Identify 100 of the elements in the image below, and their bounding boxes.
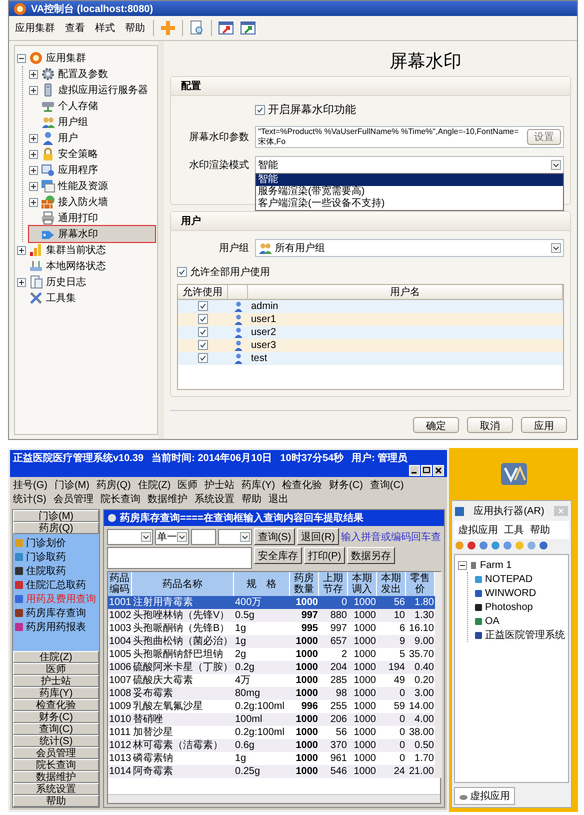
menu-item[interactable]: 退出 <box>268 492 288 506</box>
dropdown[interactable]: 单一 <box>155 528 189 544</box>
tree-item[interactable]: NOTEPAD <box>474 572 565 586</box>
nav-item[interactable]: 住院取药 <box>14 564 98 578</box>
tree-item[interactable]: 用户组 <box>29 114 155 130</box>
menu-item[interactable]: 系统设置 <box>194 492 234 506</box>
expand-icon[interactable] <box>29 134 38 142</box>
maximize-icon[interactable] <box>421 465 432 476</box>
tree-item[interactable]: 性能及资源 <box>29 178 155 194</box>
dialog-button[interactable]: 取消 <box>467 417 513 433</box>
column-header[interactable]: 本期发出 <box>377 572 406 596</box>
action-button[interactable]: 安全库存 <box>254 547 302 564</box>
checkbox[interactable] <box>198 353 208 363</box>
action-button[interactable]: 数据另存 <box>347 547 396 564</box>
tree-item[interactable]: 工具集 <box>17 290 155 306</box>
menu-item[interactable]: 帮助 <box>123 21 147 35</box>
minimize-icon[interactable] <box>409 465 420 476</box>
document-search-icon[interactable] <box>189 20 205 36</box>
scrollbar[interactable] <box>435 572 442 778</box>
tree-item[interactable]: 历史日志 <box>17 274 155 290</box>
column-header[interactable]: 药房数量 <box>290 572 319 596</box>
close-icon[interactable] <box>433 465 444 476</box>
dialog-button[interactable]: 应用 <box>521 417 567 433</box>
settings-button[interactable]: 设置 <box>527 128 561 144</box>
tree-item[interactable]: Photoshop <box>474 600 565 614</box>
menu-item[interactable]: 医师 <box>178 478 198 492</box>
column-header[interactable]: 用户名 <box>248 284 563 300</box>
window-icon[interactable] <box>240 20 256 36</box>
column-header[interactable]: 药品编码 <box>108 572 132 596</box>
dialog-button[interactable]: 确定 <box>413 417 459 433</box>
checkbox[interactable] <box>198 314 208 324</box>
expand-icon[interactable] <box>29 150 38 158</box>
menu-item[interactable]: 护士站 <box>204 478 235 492</box>
menu-item[interactable]: 虚拟应用 <box>458 523 498 537</box>
tree-item[interactable]: 应用程序 <box>29 162 155 178</box>
menu-item[interactable]: 住院(Z) <box>138 478 171 492</box>
expand-icon[interactable] <box>29 70 38 78</box>
collapse-icon[interactable] <box>17 54 26 62</box>
checkbox[interactable] <box>198 327 208 337</box>
group-button[interactable]: 财务(C) <box>13 711 99 723</box>
expand-icon[interactable] <box>29 182 38 190</box>
menu-item[interactable]: 帮助 <box>241 492 262 506</box>
window-icon[interactable] <box>218 20 234 36</box>
group-button[interactable]: 会员管理 <box>13 747 99 759</box>
group-button[interactable]: 系统设置 <box>13 783 99 795</box>
column-header[interactable]: 上期节存 <box>319 572 348 596</box>
nav-item[interactable]: 住院汇总取药 <box>14 578 98 592</box>
group-button[interactable]: 查询(C) <box>13 723 99 735</box>
group-button[interactable]: 院长查询 <box>13 759 99 771</box>
tree-item[interactable]: 用户 <box>29 130 155 146</box>
query-button[interactable]: 查询(S) <box>254 528 296 545</box>
menu-item[interactable]: 门诊(M) <box>54 478 90 492</box>
tree-item[interactable]: 屏幕水印 <box>29 226 155 242</box>
column-header[interactable]: 规 格 <box>234 572 290 596</box>
tree-item[interactable]: 接入防火墙 <box>29 194 155 210</box>
group-button[interactable]: 帮助 <box>13 795 99 807</box>
group-button[interactable]: 统计(S) <box>13 735 99 747</box>
tree-item[interactable]: 应用集群 <box>17 50 155 66</box>
query-button[interactable]: 退回(R) <box>297 528 339 545</box>
menu-item[interactable]: 帮助 <box>530 523 550 537</box>
column-header[interactable]: 药品名称 <box>132 572 234 596</box>
tree-item[interactable]: 个人存储 <box>29 98 155 114</box>
nav-item[interactable]: 门诊取药 <box>14 550 98 564</box>
group-dropdown[interactable]: 所有用户组 <box>255 238 564 256</box>
checkbox[interactable] <box>198 340 208 350</box>
menu-item[interactable]: 查询(C) <box>370 478 404 492</box>
menu-item[interactable]: 样式 <box>93 21 117 35</box>
query-field[interactable] <box>107 547 252 569</box>
group-button[interactable]: 数据维护 <box>13 771 99 783</box>
menu-item[interactable]: 工具 <box>504 523 524 537</box>
group-button[interactable]: 检查化验 <box>13 699 99 711</box>
group-button[interactable]: 护士站 <box>13 675 99 687</box>
params-field[interactable]: "Text=%Product% %VaUserFullName% %Time%",Angle=-10,FontName=宋体,Fo 设置 <box>255 126 564 148</box>
expand-icon[interactable] <box>29 86 38 94</box>
menu-item[interactable]: 院长查询 <box>100 492 140 506</box>
tree-item[interactable]: 虚拟应用运行服务器 <box>29 82 155 98</box>
nav-item[interactable]: 门诊划价 <box>14 536 98 550</box>
menu-item[interactable]: 应用集群 <box>13 21 57 35</box>
tree-item[interactable]: OA <box>474 614 565 628</box>
action-button[interactable]: 打印(P) <box>304 547 346 564</box>
group-button[interactable]: 住院(Z) <box>13 651 99 663</box>
tree-item[interactable]: Farm 1 <box>458 558 565 572</box>
group-button[interactable]: 门诊(M) <box>13 510 99 522</box>
checkbox[interactable] <box>255 104 265 114</box>
nav-item[interactable]: 药房库存查询 <box>14 606 98 620</box>
menu-item[interactable]: 数据维护 <box>147 492 188 506</box>
dropdown-option[interactable]: 智能 <box>256 174 563 186</box>
column-header[interactable]: 本期调入 <box>348 572 377 596</box>
expand-icon[interactable] <box>17 246 26 254</box>
checkbox[interactable] <box>198 301 208 311</box>
dropdown[interactable] <box>218 528 252 544</box>
group-button[interactable]: 药房(Q) <box>13 522 99 534</box>
checkbox[interactable] <box>177 266 187 276</box>
menu-item[interactable]: 会员管理 <box>53 492 94 506</box>
menu-item[interactable]: 统计(S) <box>13 492 46 506</box>
group-button[interactable]: 药库(Y) <box>13 687 99 699</box>
tree-item[interactable]: 集群当前状态 <box>17 242 155 258</box>
column-header[interactable]: 零售价 <box>406 572 435 596</box>
scrollbar[interactable] <box>108 794 440 803</box>
tree-item[interactable]: 通用打印 <box>29 210 155 226</box>
